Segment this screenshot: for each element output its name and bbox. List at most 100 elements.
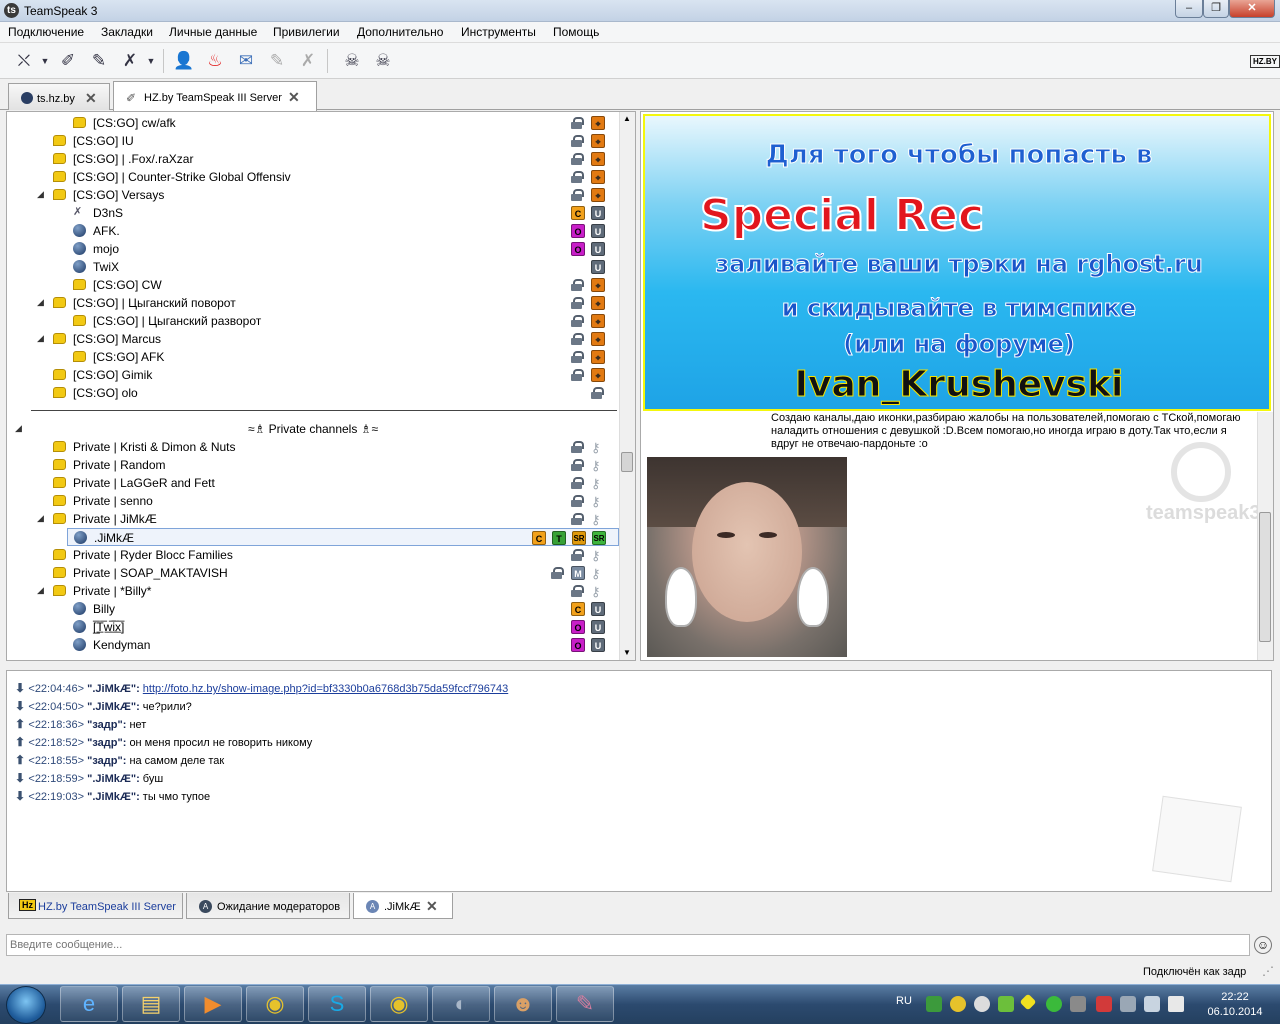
tree-user-row[interactable]: Billy U C — [7, 600, 619, 618]
expand-arrow-icon[interactable]: ◢ — [37, 333, 44, 344]
tray-alert-icon[interactable] — [1096, 996, 1112, 1012]
chevron-down-icon[interactable]: ▼ — [144, 49, 158, 73]
chat-tab-channel[interactable]: A Ожидание модераторов — [186, 893, 350, 919]
tree-channel-row[interactable]: [CS:GO] CW ⌖ — [7, 276, 619, 294]
paint-icon[interactable]: ✎ — [556, 986, 614, 1022]
tree-channel-row[interactable]: Private | Kristi & Dimon & Nuts ⚷ — [7, 438, 619, 456]
mute-mic-icon[interactable]: ✗ — [118, 49, 142, 73]
tree-user-row[interactable]: AFK. U O — [7, 222, 619, 240]
tree-channel-row[interactable]: [CS:GO] IU ⌖ — [7, 132, 619, 150]
tray-nvidia-icon[interactable] — [998, 996, 1014, 1012]
game-icon[interactable]: ☻ — [494, 986, 552, 1022]
tree-channel-row[interactable]: [CS:GO] Gimik ⌖ — [7, 366, 619, 384]
message-nick[interactable]: ".JiMkÆ": — [87, 791, 140, 803]
info-scroll-thumb[interactable] — [1259, 512, 1271, 642]
message-nick[interactable]: ".JiMkÆ": — [87, 683, 140, 695]
resize-grip-icon[interactable]: ⋰ — [1262, 964, 1274, 978]
tree-channel-row[interactable]: Private | Ryder Blocc Families ⚷ — [7, 546, 619, 564]
message-nick[interactable]: "задр": — [87, 719, 126, 731]
message-input[interactable] — [7, 935, 1249, 955]
tree-channel-row[interactable]: Private | senno ⚷ — [7, 492, 619, 510]
explorer-icon[interactable]: ▤ — [122, 986, 180, 1022]
menu-self[interactable]: Личные данные — [169, 25, 257, 39]
teamspeak-taskbar-icon[interactable]: ◐ — [432, 986, 490, 1022]
maximize-button[interactable]: ❐ — [1203, 0, 1229, 18]
tree-channel-row[interactable]: [CS:GO] cw/afk ⌖ — [7, 114, 619, 132]
register-icon[interactable]: ✎ — [265, 49, 289, 73]
ie-icon[interactable]: e — [60, 986, 118, 1022]
message-nick[interactable]: "задр": — [87, 737, 126, 749]
tree-scrollbar[interactable]: ▲ ▼ — [619, 112, 635, 660]
tray-device-icon[interactable] — [1120, 996, 1136, 1012]
chrome-icon[interactable]: ◉ — [370, 986, 428, 1022]
close-icon[interactable]: ✕ — [426, 898, 438, 915]
tree-channel-row[interactable]: [CS:GO] AFK ⌖ — [7, 348, 619, 366]
scroll-up-icon[interactable]: ▲ — [623, 114, 631, 123]
message-link[interactable]: http://foto.hz.by/show-image.php?id=bf33… — [143, 683, 508, 695]
tree-user-row[interactable]: TwiX U — [7, 258, 619, 276]
tree-channel-row[interactable]: Private | SOAP_MAKTAVISH ⚷ M — [7, 564, 619, 582]
expand-arrow-icon[interactable]: ◢ — [37, 297, 44, 308]
tree-channel-row[interactable]: ◢ [CS:GO] Marcus ⌖ — [7, 330, 619, 348]
bug2-icon[interactable]: ☠ — [371, 49, 395, 73]
tree-channel-row[interactable]: Private | Random ⚷ — [7, 456, 619, 474]
scroll-down-icon[interactable]: ▼ — [623, 648, 631, 657]
tree-channel-row[interactable]: [CS:GO] | Counter-Strike Global Offensiv… — [7, 168, 619, 186]
menu-help[interactable]: Помощь — [553, 25, 599, 39]
tree-scroll-thumb[interactable] — [621, 452, 633, 472]
close-icon[interactable]: ✕ — [288, 89, 300, 106]
tray-bell-icon[interactable] — [974, 996, 990, 1012]
connect-icon[interactable]: ⛌ — [12, 49, 36, 73]
tray-chrome-icon[interactable] — [950, 996, 966, 1012]
expand-arrow-icon[interactable]: ◢ — [37, 513, 44, 524]
tree-spacer-row[interactable]: ◢ ≈♗ Private channels ♗≈ — [7, 420, 619, 438]
tree-channel-row[interactable]: Private | LaGGeR and Fett ⚷ — [7, 474, 619, 492]
bug-icon[interactable]: ☠ — [340, 49, 364, 73]
language-indicator[interactable]: RU — [896, 995, 912, 1007]
tab-ts-hz-by[interactable]: ts.hz.by ✕ — [8, 83, 110, 110]
menu-bookmarks[interactable]: Закладки — [101, 25, 153, 39]
tree-user-row[interactable]: ✗ D3nS U C — [7, 204, 619, 222]
minimize-button[interactable]: – — [1175, 0, 1203, 18]
tree-channel-row[interactable]: ◢ [CS:GO] | Цыганский поворот ⌖ — [7, 294, 619, 312]
close-window-button[interactable]: ✕ — [1229, 0, 1275, 18]
message-nick[interactable]: "задр": — [87, 755, 126, 767]
menu-permissions[interactable]: Привилегии — [273, 25, 340, 39]
chrome-icon[interactable]: ◉ — [246, 986, 304, 1022]
chat-tab-server[interactable]: Hz HZ.by TeamSpeak III Server — [8, 893, 183, 919]
message-nick[interactable]: ".JiMkÆ": — [87, 773, 140, 785]
tree-channel-row[interactable]: ◢ Private | *Billy* ⚷ — [7, 582, 619, 600]
tree-channel-row[interactable]: [CS:GO] | .Fox/.raXzar ⌖ — [7, 150, 619, 168]
menu-connections[interactable]: Подключение — [8, 25, 84, 39]
expand-arrow-icon[interactable]: ◢ — [37, 189, 44, 200]
expand-arrow-icon[interactable]: ◢ — [37, 585, 44, 596]
tree-user-row[interactable]: Kendyman U O — [7, 636, 619, 654]
tree-channel-row[interactable]: [CS:GO] olo — [7, 384, 619, 402]
info-scrollbar[interactable] — [1257, 412, 1273, 660]
tray-network-icon[interactable] — [926, 996, 942, 1012]
unregister-icon[interactable]: ✗ — [296, 49, 320, 73]
message-nick[interactable]: ".JiMkÆ": — [87, 701, 140, 713]
chevron-down-icon[interactable]: ▼ — [38, 49, 52, 73]
tree-user-row[interactable]: mojo U O — [7, 240, 619, 258]
media-player-icon[interactable]: ▶ — [184, 986, 242, 1022]
tree-channel-row[interactable]: ◢ Private | JiMkÆ ⚷ — [7, 510, 619, 528]
menu-extras[interactable]: Дополнительно — [357, 25, 443, 39]
tray-flag-icon[interactable] — [1070, 996, 1086, 1012]
disconnect-icon[interactable]: ✐ — [56, 49, 80, 73]
close-icon[interactable]: ✕ — [85, 90, 97, 107]
system-clock[interactable]: 22:22 06.10.2014 — [1205, 990, 1265, 1020]
tree-user-row[interactable]: .JiMkÆ SR SR T C — [67, 528, 619, 546]
away-icon[interactable]: ✎ — [87, 49, 111, 73]
tree-channel-row[interactable]: ◢ [CS:GO] Versays ⌖ — [7, 186, 619, 204]
skype-icon[interactable]: S — [308, 986, 366, 1022]
tree-channel-row[interactable]: [CS:GO] | Цыганский разворот ⌖ — [7, 312, 619, 330]
tray-green-icon[interactable] — [1046, 996, 1062, 1012]
volume-icon[interactable] — [1168, 996, 1184, 1012]
fire-icon[interactable]: ♨ — [203, 49, 227, 73]
tree-user-row[interactable]: [̲̅T̲̅w̲̅i̲̅x̲̅] U O — [7, 618, 619, 636]
chat-tab-private[interactable]: A .JiMkÆ ✕ — [353, 893, 453, 919]
contacts-icon[interactable]: 👤 — [172, 49, 196, 73]
tray-monitor-icon[interactable] — [1144, 996, 1160, 1012]
emoticon-icon[interactable]: ☺ — [1254, 936, 1272, 954]
